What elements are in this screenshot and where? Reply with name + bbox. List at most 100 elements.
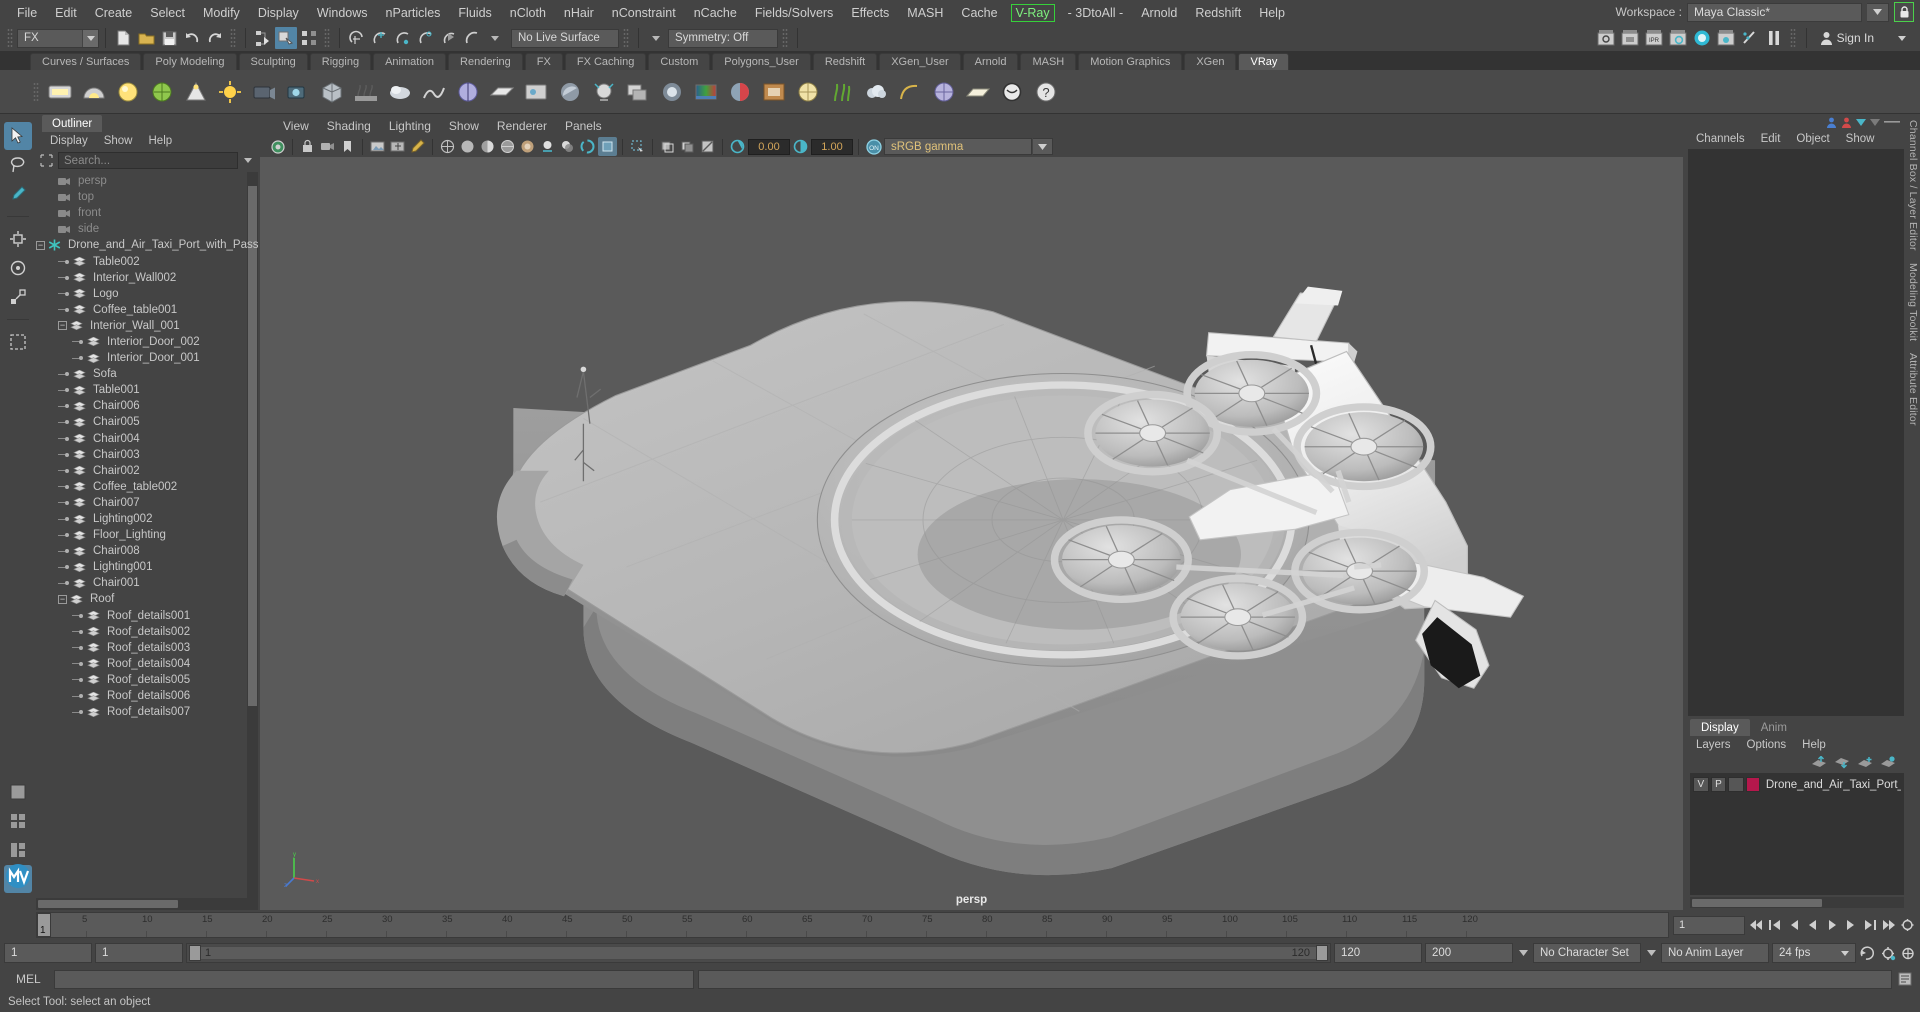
outliner-item[interactable]: − Interior_Wall_001 [36,318,258,334]
menu-item-create[interactable]: Create [86,3,142,23]
outliner-item[interactable]: Sofa [36,366,258,382]
outliner-item[interactable]: Table002 [36,253,258,269]
layer-help-menu[interactable]: Help [1794,738,1834,752]
bookmark-button[interactable] [338,137,357,156]
smooth-shade-all-button[interactable] [458,137,477,156]
select-tool-button[interactable] [4,122,32,150]
outliner-item[interactable]: Interior_Door_001 [36,350,258,366]
play-forwards-button[interactable] [1823,916,1840,935]
play-backwards-button[interactable] [1804,916,1821,935]
create-new-layer-icon[interactable] [1857,756,1873,769]
range-bar[interactable] [189,946,1328,960]
outliner-tree[interactable]: persp top front side − Drone_and_Air_Taxi_Por… [36,172,258,898]
scrollbar-thumb[interactable] [1692,898,1822,907]
layer-list-horizontal-scrollbar[interactable] [1690,897,1904,908]
menu-item-arnold[interactable]: Arnold [1132,3,1186,23]
move-layer-up-icon[interactable] [1811,755,1827,769]
layer-row[interactable]: V P Drone_and_Air_Taxi_Port_with [1693,776,1901,793]
vray-curve-icon[interactable] [894,76,926,108]
exposure-icon[interactable] [728,137,747,156]
menu-item-fields-solvers[interactable]: Fields/Solvers [746,3,843,23]
vray-light-mesh-icon[interactable] [146,76,178,108]
move-tool-button[interactable] [4,225,32,253]
outliner-item[interactable]: Chair006 [36,398,258,414]
shelf-tab-rigging[interactable]: Rigging [309,53,372,70]
rotate-tool-button[interactable] [4,254,32,282]
menu-item-cache[interactable]: Cache [952,3,1006,23]
step-forward-frame-button[interactable] [1842,916,1859,935]
single-view-layout-button[interactable] [4,778,32,806]
shelf-tab-redshift[interactable]: Redshift [812,53,878,70]
chevron-down-icon[interactable] [241,152,255,169]
menu-item-fluids[interactable]: Fluids [449,3,500,23]
shelf-tab-poly-modeling[interactable]: Poly Modeling [143,53,237,70]
layers-menu[interactable]: Layers [1688,738,1739,752]
menu-item-effects[interactable]: Effects [842,3,898,23]
outliner-item[interactable]: Coffee_table001 [36,302,258,318]
person-blue-icon[interactable] [1826,117,1837,128]
scale-tool-button[interactable] [4,283,32,311]
vray-gradient-icon[interactable] [690,76,722,108]
go-to-start-button[interactable] [1747,916,1764,935]
move-layer-down-icon[interactable] [1834,756,1850,769]
vray-dome-texture-icon[interactable] [792,76,824,108]
script-editor-button[interactable] [1896,970,1914,989]
expand-collapse-icon[interactable]: − [58,594,67,604]
outliner-item[interactable]: Roof_details001 [36,608,258,624]
layer-color-swatch[interactable] [1745,777,1760,792]
vray-wood-texture-icon[interactable] [758,76,790,108]
menu-item-nconstraint[interactable]: nConstraint [603,3,685,23]
shelf-tab-animation[interactable]: Animation [373,53,447,70]
outliner-item[interactable]: Lighting002 [36,511,258,527]
layer-type-toggle[interactable] [1728,777,1744,792]
exposure-value[interactable]: 0.00 [748,138,790,155]
last-tool-button[interactable] [4,328,32,356]
workspace-combo[interactable]: Maya Classic* [1687,2,1862,22]
filter-icon[interactable] [38,152,55,169]
timeline-ruler[interactable]: 1 5 10 15 20 25 30 35 40 45 50 55 60 65 70 75 80 85 90 95 1… [36,912,1669,938]
person-red-icon[interactable] [1841,117,1852,128]
paint-select-tool-button[interactable] [4,180,32,208]
use-all-lights-button[interactable] [538,137,557,156]
menu-item-vray[interactable]: V-Ray [1010,3,1055,22]
shelf-tab-fx-caching[interactable]: FX Caching [564,53,647,70]
vray-plane-icon[interactable] [486,76,518,108]
vray-proxy-icon[interactable] [316,76,348,108]
outliner-menu-help[interactable]: Help [141,134,181,148]
outliner-item[interactable]: Chair004 [36,431,258,447]
gamma-icon[interactable] [791,137,810,156]
menu-item-nhair[interactable]: nHair [555,3,603,23]
vray-clipper-icon[interactable] [452,76,484,108]
step-back-keyframe-button[interactable] [1766,916,1783,935]
viewport-menu-show[interactable]: Show [440,118,488,134]
outliner-item[interactable]: − Roof [36,591,258,607]
chevron-down-icon[interactable] [1644,950,1658,956]
layer-visibility-toggle[interactable]: V [1693,777,1709,792]
menu-item-mash[interactable]: MASH [898,3,952,23]
outliner-menu-show[interactable]: Show [96,134,141,148]
outliner-horizontal-scrollbar[interactable] [36,898,258,910]
outliner-item[interactable]: Table001 [36,382,258,398]
smooth-shade-selected-button[interactable] [478,137,497,156]
outliner-item[interactable]: side [36,221,258,237]
toolbar-grip[interactable] [782,28,788,48]
show-menu[interactable]: Show [1838,132,1883,146]
chevron-down-gray-icon[interactable] [1870,118,1880,126]
vray-volume-grid-icon[interactable] [384,76,416,108]
vray-sun-icon[interactable] [214,76,246,108]
vray-grass-icon[interactable] [826,76,858,108]
outliner-item[interactable]: Chair003 [36,447,258,463]
layer-list[interactable]: V P Drone_and_Air_Taxi_Port_with [1690,773,1904,895]
shadows-button[interactable] [558,137,577,156]
scrollbar-thumb[interactable] [38,900,178,908]
menu-item-windows[interactable]: Windows [308,3,377,23]
range-start-handle[interactable] [189,945,201,961]
range-end-handle[interactable] [1316,945,1328,961]
chevron-down-icon[interactable] [484,27,506,49]
outliner-item[interactable]: Roof_details007 [36,704,258,720]
outliner-item[interactable]: top [36,189,258,205]
channels-menu[interactable]: Channels [1688,132,1753,146]
tab-display-layers[interactable]: Display [1690,719,1750,736]
chevron-down-icon[interactable] [645,27,667,49]
shelf-tab-curves-surfaces[interactable]: Curves / Surfaces [30,53,142,70]
